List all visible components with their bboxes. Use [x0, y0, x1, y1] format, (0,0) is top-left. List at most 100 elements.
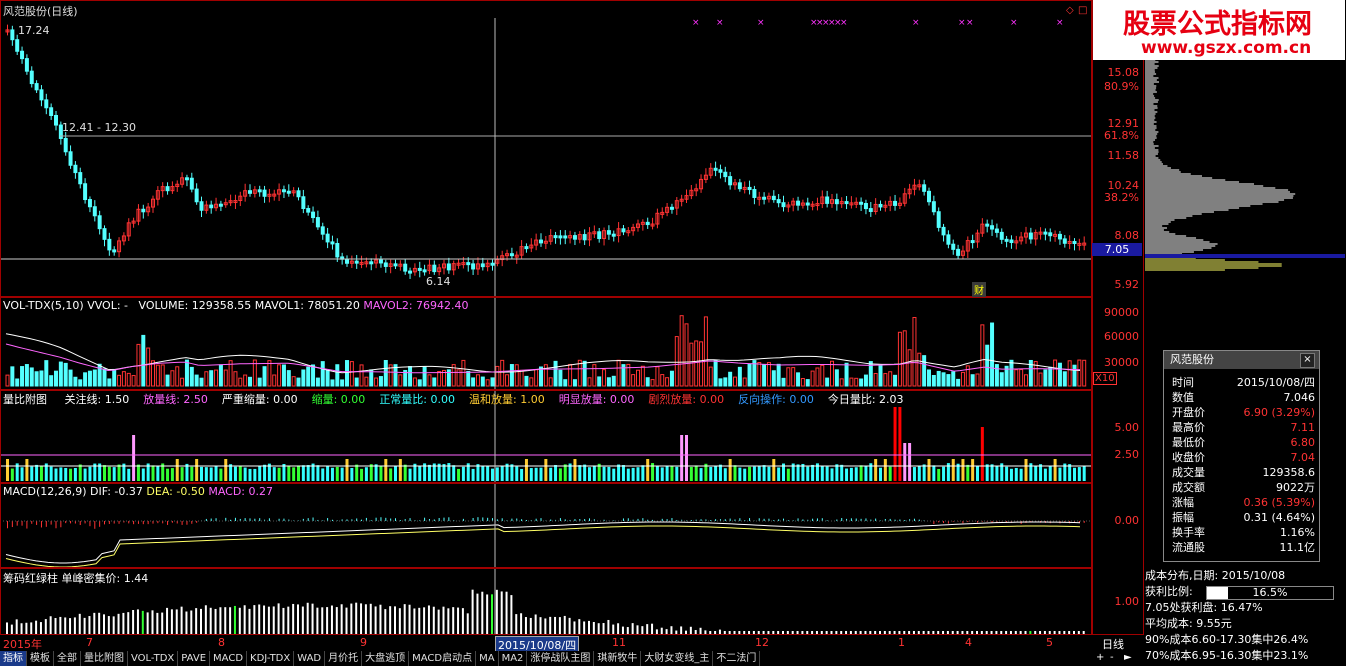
macd-dif: DIF: -0.37: [90, 485, 143, 498]
tab-indicator[interactable]: 不二法门: [713, 651, 761, 666]
info-value: 6.90 (3.29%): [1243, 406, 1315, 419]
info-panel[interactable]: 风范股份 × 时间 2015/10/08/四 数值 7.046 开盘价 6.90 (3.2…: [1163, 350, 1320, 562]
price-tick: 5.92: [1114, 278, 1140, 291]
vol-volume: VOLUME: 129358.55: [138, 299, 252, 312]
indicator-tabs: 指标 模板 全部 量比附图 VOL-TDX PAVE MACD KDJ-TDX WAD 月价托 大盘…: [0, 651, 1090, 666]
macd-value: MACD: 0.27: [208, 485, 273, 498]
ratio-item: 缩量: 0.00: [311, 393, 366, 406]
info-key: 收盘价: [1172, 451, 1205, 464]
tab-indicator[interactable]: MA2: [499, 651, 528, 666]
close-icon[interactable]: ×: [1300, 353, 1315, 368]
ratio-tick: 5.00: [1114, 421, 1140, 434]
info-value: 11.1亿: [1279, 541, 1316, 554]
ratio-header: 量比附图 关注线: 1.50 放量线: 2.50 严重缩量: 0.00 缩量: 0.0…: [3, 391, 904, 407]
tab-indicator[interactable]: WAD: [294, 651, 326, 666]
tab-indicator[interactable]: PAVE: [178, 651, 211, 666]
info-value: 0.36 (5.39%): [1243, 496, 1315, 509]
info-value: 0.31 (4.64%): [1243, 511, 1315, 524]
ratio-tick: 2.50: [1114, 448, 1140, 461]
info-value: 1.16%: [1280, 526, 1315, 539]
info-row: 成交额 9022万: [1164, 480, 1319, 495]
chip-tick: 1.00: [1114, 595, 1140, 608]
volume-tick: 60000: [1104, 330, 1139, 343]
tab-indicator[interactable]: 涨停战队主图: [527, 651, 595, 666]
profit-ratio-label: 获利比例:: [1145, 585, 1193, 598]
macd-tick: 0.00: [1114, 514, 1140, 527]
info-value: 129358.6: [1262, 466, 1316, 479]
info-value: 6.80: [1290, 436, 1316, 449]
info-key: 最低价: [1172, 436, 1205, 449]
minus-button[interactable]: -: [1110, 652, 1114, 663]
ratio-item: 剧烈放量: 0.00: [648, 393, 725, 406]
ratio-item: 今日量比: 2.03: [827, 393, 904, 406]
logo-line1: 股票公式指标网: [1123, 9, 1312, 40]
info-value: 7.046: [1283, 391, 1316, 404]
tab-indicator[interactable]: 大盘逃顶: [362, 651, 410, 666]
plus-button[interactable]: +: [1096, 652, 1104, 663]
profit-ratio-bar: 16.5%: [1206, 586, 1334, 600]
tab-indicator[interactable]: 全部: [54, 651, 81, 666]
ratio-item: 关注线: 1.50: [64, 393, 130, 406]
news-badge[interactable]: 财: [972, 282, 986, 297]
tab-indicator[interactable]: VOL-TDX: [128, 651, 179, 666]
period-label[interactable]: 日线: [1102, 636, 1124, 652]
chip-header: 筹码红绿柱 单峰密集价: 1.44: [3, 572, 149, 585]
info-row: 涨幅 0.36 (5.39%): [1164, 495, 1319, 510]
tab-indicator[interactable]: MACD启动点: [409, 651, 477, 666]
cost-line: 70%成本6.95-16.30集中23.1%: [1145, 649, 1309, 662]
date-tick: 1: [898, 636, 905, 649]
chip-current-marker: [1145, 254, 1345, 258]
chip-panel[interactable]: [0, 568, 1092, 635]
square-icon[interactable]: □: [1078, 5, 1087, 16]
info-key: 振幅: [1172, 511, 1194, 524]
date-tick: 5: [1046, 636, 1053, 649]
main-panel[interactable]: [0, 0, 1092, 297]
price-tick: 38.2%: [1104, 191, 1139, 204]
info-row: 流通股 11.1亿: [1164, 540, 1319, 555]
info-value: 9022万: [1276, 481, 1315, 494]
info-key: 换手率: [1172, 526, 1205, 539]
tab-indicator[interactable]: MA: [476, 651, 499, 666]
macd-header: MACD(12,26,9) DIF: -0.37 DEA: -0.50 MACD…: [3, 485, 273, 498]
tab-indicator[interactable]: 月价托: [325, 651, 363, 666]
tab-indicator[interactable]: 指标: [0, 651, 27, 666]
tab-indicator[interactable]: KDJ-TDX: [247, 651, 295, 666]
macd-dea: DEA: -0.50: [146, 485, 205, 498]
diamond-icon[interactable]: ◇: [1066, 5, 1074, 16]
ratio-item: 明显放量: 0.00: [558, 393, 635, 406]
tab-indicator[interactable]: 琪新牧牛: [594, 651, 642, 666]
date-tick: 4: [965, 636, 972, 649]
info-row: 换手率 1.16%: [1164, 525, 1319, 540]
price-tick: 8.08: [1114, 229, 1140, 242]
low-price-label: 6.14: [426, 275, 451, 288]
date-tick: 12: [755, 636, 769, 649]
scroll-right-icon[interactable]: ►: [1124, 652, 1132, 663]
price-tick: 80.9%: [1104, 80, 1139, 93]
vol-unit: X10: [1093, 372, 1117, 385]
ratio-item: 温和放量: 1.00: [469, 393, 545, 406]
date-tick: 7: [86, 636, 93, 649]
vol-mavol2: MAVOL2: 76942.40: [363, 299, 469, 312]
volume-tick: 90000: [1104, 306, 1139, 319]
tab-indicator[interactable]: 量比附图: [81, 651, 128, 666]
info-row: 开盘价 6.90 (3.29%): [1164, 405, 1319, 420]
info-row: 成交量 129358.6: [1164, 465, 1319, 480]
tab-indicator[interactable]: 模板: [27, 651, 54, 666]
info-key: 成交量: [1172, 466, 1205, 479]
info-key: 开盘价: [1172, 406, 1205, 419]
info-key: 成交额: [1172, 481, 1205, 494]
main-title: 风范股份(日线): [3, 5, 78, 18]
info-key: 流通股: [1172, 541, 1205, 554]
info-key: 涨幅: [1172, 496, 1194, 509]
cost-distribution: 成本分布,日期: 2015/10/08 获利比例: 16.5% 7.05处获利盘…: [1145, 568, 1346, 666]
vol-header: VOL-TDX(5,10) VVOL: - VOLUME: 129358.55 …: [3, 299, 469, 312]
info-row: 数值 7.046: [1164, 390, 1319, 405]
info-row: 最高价 7.11: [1164, 420, 1319, 435]
info-key: 数值: [1172, 391, 1194, 404]
date-tick: 8: [218, 636, 225, 649]
info-title-text: 风范股份: [1170, 353, 1214, 366]
price-tick: 61.8%: [1104, 129, 1139, 142]
profit-ratio-value: 16.5%: [1252, 586, 1288, 599]
tab-indicator[interactable]: 大财女变线_主: [641, 651, 714, 666]
tab-indicator[interactable]: MACD: [210, 651, 248, 666]
